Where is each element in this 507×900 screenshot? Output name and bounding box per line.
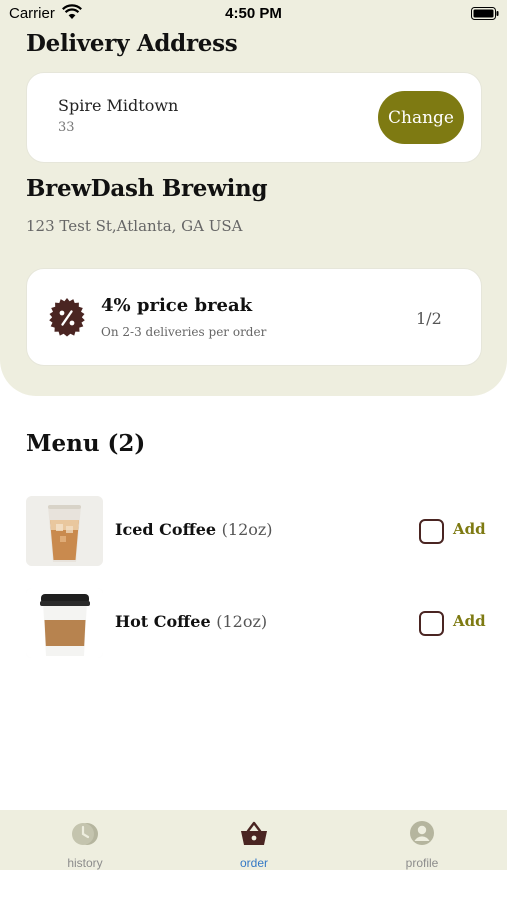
promo-page-indicator: 1/2: [416, 309, 442, 328]
brewery-name: BrewDash Brewing: [26, 175, 268, 202]
address-name: Spire Midtown: [58, 96, 179, 115]
delivery-address-title: Delivery Address: [26, 30, 238, 57]
percent-badge-icon: [49, 298, 85, 337]
menu-item-size: (12oz): [221, 520, 273, 539]
status-time: 4:50 PM: [225, 5, 282, 22]
basket-icon: [241, 821, 267, 845]
history-icon: [72, 823, 98, 845]
item-checkbox[interactable]: [419, 611, 444, 636]
iced-coffee-image: [26, 496, 103, 566]
tab-label: history: [67, 856, 103, 870]
brewery-address: 123 Test St,Atlanta, GA USA: [26, 217, 243, 235]
tab-history[interactable]: history: [25, 810, 145, 870]
menu-item-size: (12oz): [216, 612, 268, 631]
delivery-address-card: Spire Midtown 33 Change: [26, 72, 482, 163]
promo-subtitle: On 2-3 deliveries per order: [101, 325, 267, 339]
change-address-button[interactable]: Change: [378, 91, 464, 144]
menu-item-name: Iced Coffee (12oz): [115, 520, 273, 539]
tab-bar: history order profile: [0, 810, 507, 870]
tab-label: profile: [405, 856, 439, 870]
promo-card[interactable]: 4% price break On 2-3 deliveries per ord…: [26, 268, 482, 366]
battery-icon: [471, 7, 499, 20]
status-bar: Carrier 4:50 PM: [0, 0, 507, 28]
menu-item: Hot Coffee (12oz) Add: [26, 588, 486, 658]
tab-profile[interactable]: profile: [362, 810, 482, 870]
item-checkbox[interactable]: [419, 519, 444, 544]
menu-title: Menu (2): [26, 430, 146, 457]
hot-coffee-image: [26, 588, 103, 658]
address-unit: 33: [58, 120, 75, 135]
menu-item: Iced Coffee (12oz) Add: [26, 496, 486, 566]
add-button[interactable]: Add: [453, 612, 486, 630]
add-button[interactable]: Add: [453, 520, 486, 538]
profile-icon: [410, 821, 434, 845]
promo-title: 4% price break: [101, 295, 253, 316]
menu-item-name: Hot Coffee (12oz): [115, 612, 268, 631]
tab-order[interactable]: order: [194, 810, 314, 870]
tab-label: order: [239, 856, 268, 870]
